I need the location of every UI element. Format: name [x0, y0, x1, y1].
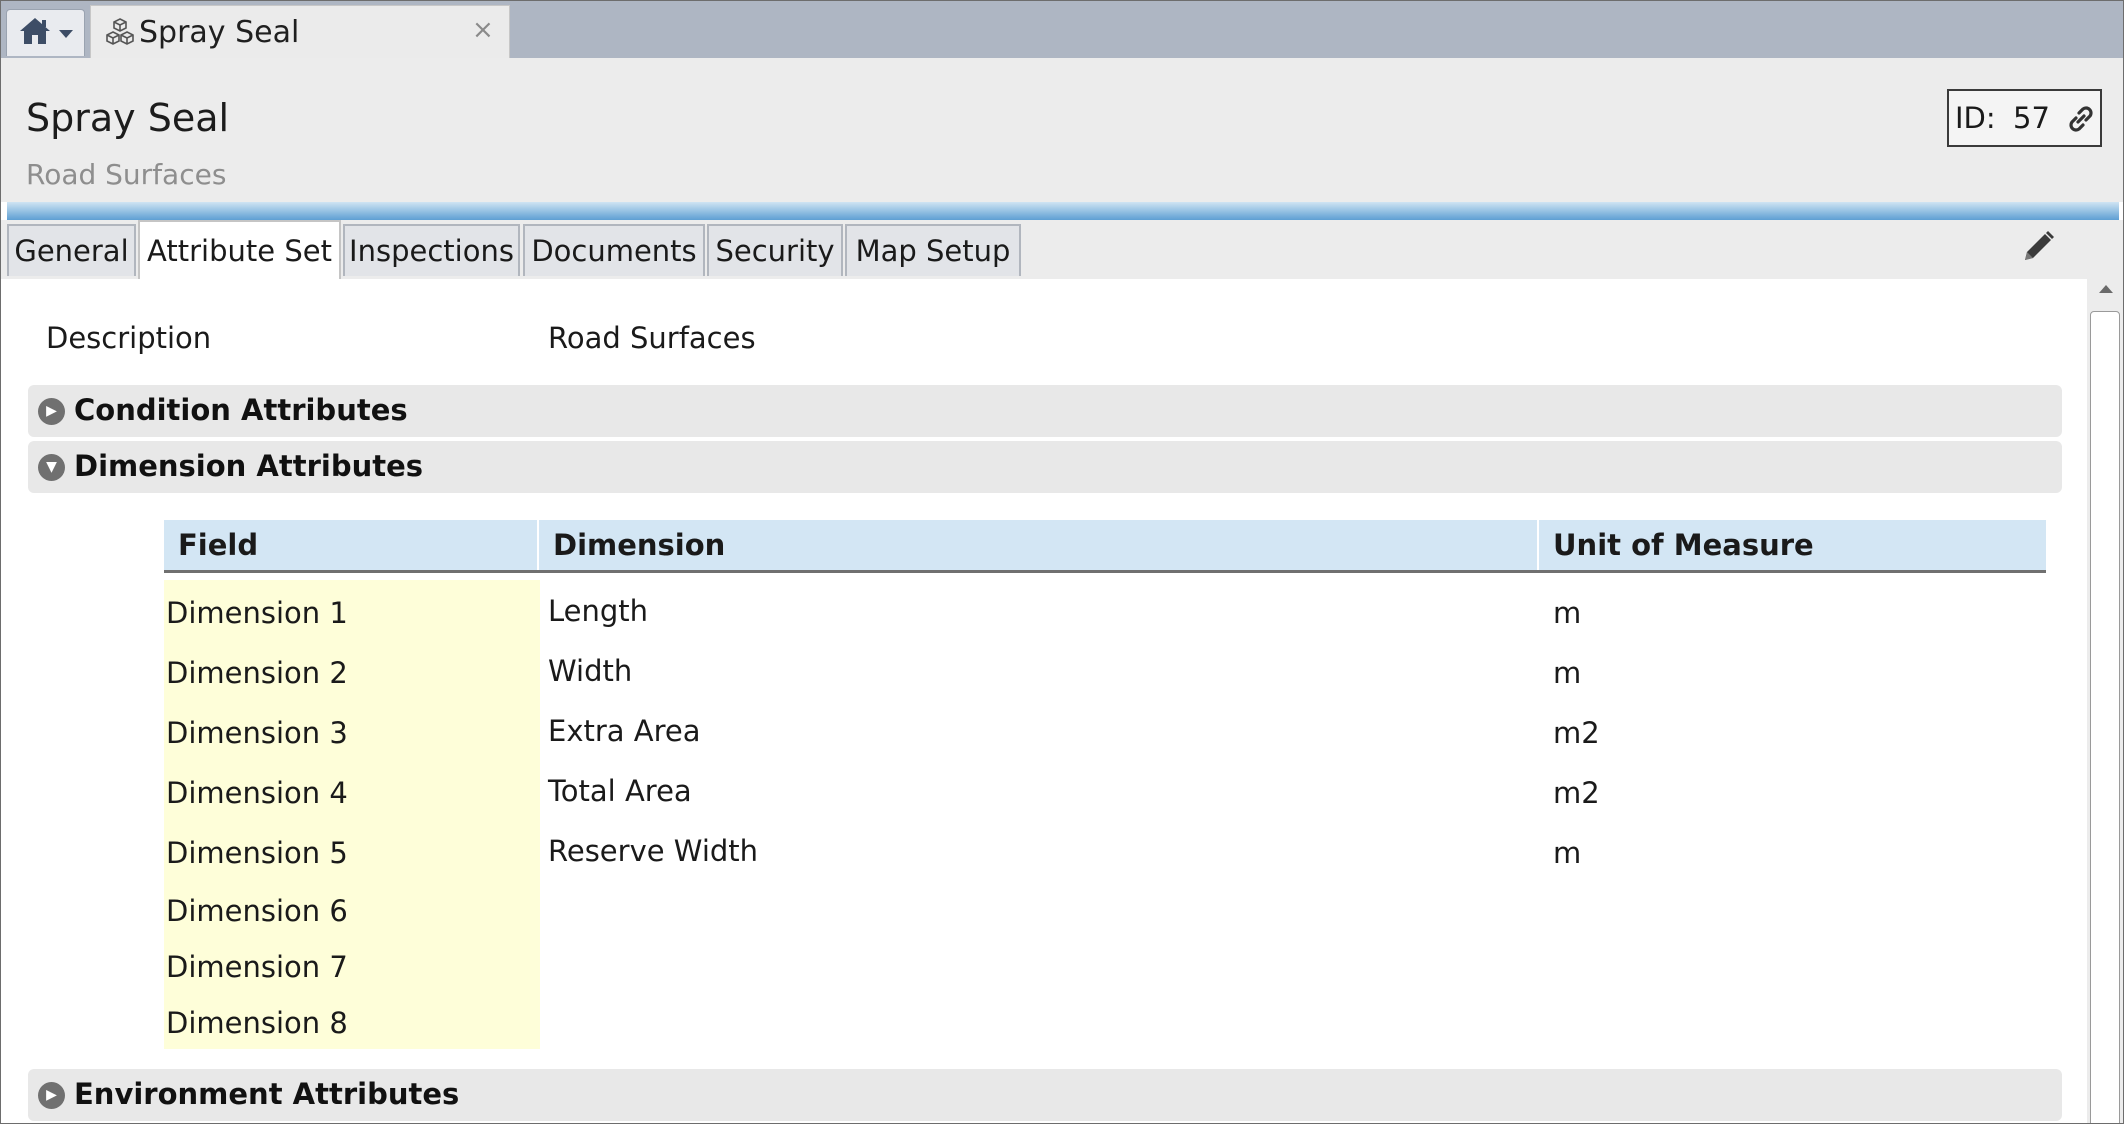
dimension-cell[interactable]: Width — [548, 654, 632, 688]
section-title: Dimension Attributes — [74, 449, 424, 483]
pencil-icon[interactable] — [2019, 228, 2057, 270]
header-accent-bar — [7, 202, 2119, 220]
field-cell: Dimension 3 — [166, 716, 348, 750]
document-tab-strip: Spray Seal × — [1, 1, 2123, 58]
field-cell: Dimension 1 — [166, 596, 348, 630]
record-header: Spray Seal Road Surfaces ID: 57 — [1, 58, 2123, 202]
link-icon[interactable] — [2064, 102, 2098, 140]
condition-attributes-header[interactable]: ▶ Condition Attributes — [28, 385, 2062, 437]
tab-map-setup[interactable]: Map Setup — [845, 224, 1021, 276]
collapse-arrow-icon: ▼ — [38, 454, 65, 481]
field-cell: Dimension 4 — [166, 776, 348, 810]
unit-cell[interactable]: m — [1553, 596, 1581, 630]
field-cell: Dimension 6 — [166, 894, 348, 928]
table-row[interactable]: Dimension 7 — [164, 942, 2046, 1000]
field-cell: Dimension 8 — [166, 1006, 348, 1040]
tab-attribute-set[interactable]: Attribute Set — [138, 220, 341, 279]
dimension-cell[interactable]: Total Area — [548, 774, 692, 808]
scrollbar-thumb[interactable] — [2090, 311, 2120, 1123]
record-id-value: 57 — [2013, 101, 2050, 135]
document-tab-spray-seal[interactable]: Spray Seal × — [90, 5, 510, 58]
page-title: Spray Seal — [26, 96, 230, 140]
table-row[interactable]: Dimension 3 Extra Area m2 — [164, 708, 2046, 766]
tab-inspections[interactable]: Inspections — [343, 224, 520, 276]
scroll-up-arrow-icon[interactable] — [2099, 285, 2113, 293]
table-row[interactable]: Dimension 1 Length m — [164, 588, 2046, 646]
tab-security[interactable]: Security — [707, 224, 843, 276]
cubes-icon — [104, 17, 136, 53]
dimension-attributes-header[interactable]: ▼ Dimension Attributes — [28, 441, 2062, 493]
unit-cell[interactable]: m2 — [1553, 776, 1600, 810]
field-cell: Dimension 2 — [166, 656, 348, 690]
dimension-cell[interactable]: Length — [548, 594, 648, 628]
attribute-set-panel: Description Road Surfaces ▶ Condition At… — [1, 279, 2087, 1123]
unit-cell[interactable]: m — [1553, 836, 1581, 870]
table-row[interactable]: Dimension 8 — [164, 998, 2046, 1056]
dimension-cell[interactable]: Reserve Width — [548, 834, 758, 868]
description-label: Description — [46, 321, 212, 355]
section-tabs: General Attribute Set Inspections Docume… — [1, 220, 2123, 279]
app-window: Spray Seal × Spray Seal Road Surfaces ID… — [0, 0, 2124, 1124]
home-menu-button[interactable] — [6, 9, 85, 56]
column-header-field[interactable]: Field — [164, 520, 539, 570]
close-tab-icon[interactable]: × — [472, 15, 494, 45]
section-title: Environment Attributes — [74, 1077, 460, 1111]
record-id-label: ID: — [1955, 101, 1996, 135]
table-row[interactable]: Dimension 6 — [164, 886, 2046, 944]
table-row[interactable]: Dimension 4 Total Area m2 — [164, 768, 2046, 826]
chevron-down-icon — [58, 24, 74, 43]
unit-cell[interactable]: m2 — [1553, 716, 1600, 750]
section-title: Condition Attributes — [74, 393, 408, 427]
table-row[interactable]: Dimension 2 Width m — [164, 648, 2046, 706]
column-header-dimension[interactable]: Dimension — [539, 520, 1539, 570]
record-id-box: ID: 57 — [1947, 89, 2102, 147]
column-header-unit[interactable]: Unit of Measure — [1539, 520, 2046, 570]
field-cell: Dimension 7 — [166, 950, 348, 984]
vertical-scrollbar[interactable] — [2087, 279, 2123, 1123]
page-subtitle: Road Surfaces — [26, 158, 227, 191]
home-icon — [18, 16, 52, 50]
field-cell: Dimension 5 — [166, 836, 348, 870]
dimension-cell[interactable]: Extra Area — [548, 714, 701, 748]
expand-arrow-icon: ▶ — [38, 398, 65, 425]
description-value: Road Surfaces — [548, 321, 756, 355]
table-header: Field Dimension Unit of Measure — [164, 520, 2046, 573]
tab-general[interactable]: General — [7, 224, 136, 276]
environment-attributes-header[interactable]: ▶ Environment Attributes — [28, 1069, 2062, 1121]
expand-arrow-icon: ▶ — [38, 1082, 65, 1109]
unit-cell[interactable]: m — [1553, 656, 1581, 690]
table-row[interactable]: Dimension 5 Reserve Width m — [164, 828, 2046, 886]
tab-documents[interactable]: Documents — [523, 224, 705, 276]
document-tab-title: Spray Seal — [139, 15, 300, 50]
